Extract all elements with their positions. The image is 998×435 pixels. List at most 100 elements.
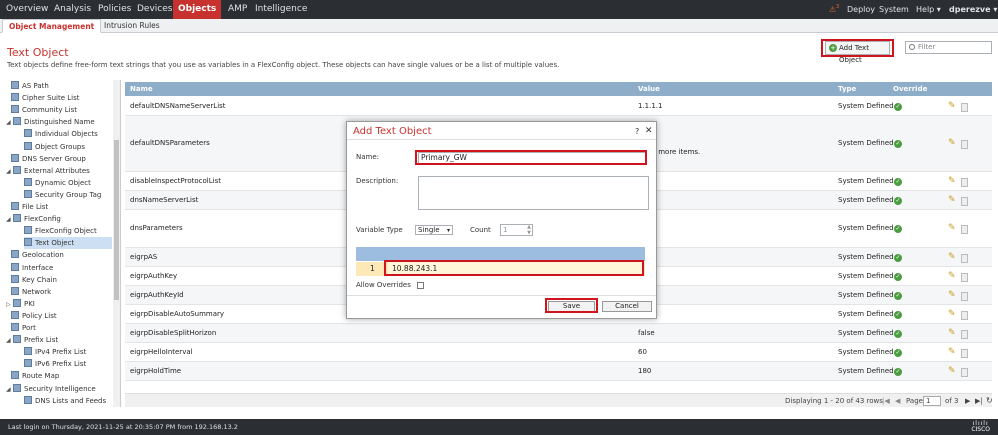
delete-icon[interactable] xyxy=(961,349,968,358)
delete-icon[interactable] xyxy=(961,273,968,282)
sidebar-scroll-thumb[interactable] xyxy=(114,140,119,300)
allow-overrides-checkbox[interactable] xyxy=(417,282,424,289)
edit-icon[interactable]: ✎ xyxy=(948,367,957,376)
delete-icon[interactable] xyxy=(961,197,968,206)
col-header-name[interactable]: Name xyxy=(130,82,153,96)
save-button[interactable]: Save xyxy=(548,301,595,312)
edit-icon[interactable]: ✎ xyxy=(948,253,957,262)
nav-devices[interactable]: Devices xyxy=(133,0,176,19)
next-page-icon[interactable]: ▶ xyxy=(965,394,970,408)
prev-page-icon[interactable]: ◀ xyxy=(895,394,900,408)
system-menu[interactable]: System xyxy=(879,0,909,19)
delete-icon[interactable] xyxy=(961,140,968,149)
edit-icon[interactable]: ✎ xyxy=(948,291,957,300)
sidebar-item[interactable]: Key Chain xyxy=(11,274,112,286)
sidebar-item[interactable]: Interface xyxy=(11,262,112,274)
table-row[interactable]: defaultDNSNameServerList 1.1.1.1 System De… xyxy=(125,97,992,116)
nav-objects[interactable]: Objects xyxy=(173,0,222,19)
sidebar-item[interactable]: ◢ External Attributes xyxy=(6,165,112,177)
close-icon[interactable]: ✕ xyxy=(645,126,653,136)
cancel-button[interactable]: Cancel xyxy=(602,301,652,312)
description-field[interactable] xyxy=(418,176,649,210)
filter-input[interactable]: Filter xyxy=(905,41,992,54)
sidebar-item[interactable]: Individual Objects xyxy=(24,128,112,140)
sidebar-item[interactable]: Geolocation xyxy=(11,249,112,261)
sidebar-item[interactable]: Route Map xyxy=(11,370,112,382)
edit-icon[interactable]: ✎ xyxy=(948,272,957,281)
variable-type-select[interactable]: Single ▾ xyxy=(415,225,453,235)
sidebar-item[interactable]: Port xyxy=(11,322,112,334)
delete-icon[interactable] xyxy=(961,103,968,112)
object-type-icon xyxy=(13,383,21,392)
expand-toggle-icon[interactable]: ◢ xyxy=(6,166,13,178)
col-header-override[interactable]: Override xyxy=(893,82,927,96)
sidebar-item[interactable]: ◢ FlexConfig xyxy=(6,213,112,225)
sidebar-item[interactable]: ◢ Distinguished Name xyxy=(6,116,112,128)
table-row[interactable]: eigrpHelloInterval 60 System Defined ✓ ✎ xyxy=(125,343,992,362)
sidebar-item[interactable]: ▷ PKI xyxy=(6,298,112,310)
tab-object-management[interactable]: Object Management xyxy=(2,19,102,33)
sidebar-item[interactable]: IPv6 Prefix List xyxy=(24,358,112,370)
expand-toggle-icon[interactable]: ◢ xyxy=(6,384,13,396)
nav-overview[interactable]: Overview xyxy=(2,0,52,19)
values-header-bar xyxy=(356,247,645,261)
delete-icon[interactable] xyxy=(961,225,968,234)
delete-icon[interactable] xyxy=(961,311,968,320)
delete-icon[interactable] xyxy=(961,178,968,187)
refresh-icon[interactable]: ↻ xyxy=(986,394,993,408)
delete-icon[interactable] xyxy=(961,254,968,263)
table-row[interactable]: eigrpHoldTime 180 System Defined ✓ ✎ xyxy=(125,362,992,381)
deploy-button[interactable]: Deploy xyxy=(847,0,875,19)
sidebar-item[interactable]: Community List xyxy=(11,104,112,116)
sidebar-item[interactable]: DNS Lists and Feeds xyxy=(24,395,112,407)
sidebar-item[interactable]: Network xyxy=(11,286,112,298)
last-page-icon[interactable]: ▶| xyxy=(975,394,983,408)
edit-icon[interactable]: ✎ xyxy=(948,348,957,357)
col-header-value[interactable]: Value xyxy=(638,82,660,96)
help-icon[interactable]: ? xyxy=(635,127,639,136)
sidebar-item[interactable]: File List xyxy=(11,201,112,213)
add-text-object-button[interactable]: + Add Text Object xyxy=(825,41,890,64)
edit-icon[interactable]: ✎ xyxy=(948,224,957,233)
nav-analysis[interactable]: Analysis xyxy=(50,0,95,19)
expand-toggle-icon[interactable]: ◢ xyxy=(6,214,13,226)
edit-icon[interactable]: ✎ xyxy=(948,196,957,205)
user-menu[interactable]: dperezve ▾ xyxy=(949,0,997,19)
count-stepper[interactable]: 1 ▲ ▼ xyxy=(500,224,533,236)
edit-icon[interactable]: ✎ xyxy=(948,329,957,338)
col-header-type[interactable]: Type xyxy=(838,82,856,96)
expand-toggle-icon[interactable]: ◢ xyxy=(6,335,13,347)
sidebar-item[interactable]: Security Group Tag xyxy=(24,189,112,201)
expand-toggle-icon[interactable]: ◢ xyxy=(6,117,13,129)
sidebar-item[interactable]: AS Path xyxy=(11,80,112,92)
edit-icon[interactable]: ✎ xyxy=(948,310,957,319)
name-field[interactable]: Primary_GW xyxy=(418,152,646,164)
help-menu[interactable]: Help ▾ xyxy=(916,0,941,19)
sidebar-item[interactable]: Cipher Suite List xyxy=(11,92,112,104)
sidebar-item[interactable]: FlexConfig Object xyxy=(24,225,112,237)
nav-intelligence[interactable]: Intelligence xyxy=(251,0,311,19)
first-page-icon[interactable]: |◀ xyxy=(882,394,890,408)
sidebar-item[interactable]: DNS Server Group xyxy=(11,153,112,165)
page-number-input[interactable]: 1 xyxy=(923,396,941,406)
delete-icon[interactable] xyxy=(961,368,968,377)
sidebar-item[interactable]: ◢ Prefix List xyxy=(6,334,112,346)
sidebar-item[interactable]: Object Groups xyxy=(24,141,112,153)
sidebar-item[interactable]: Policy List xyxy=(11,310,112,322)
delete-icon[interactable] xyxy=(961,292,968,301)
edit-icon[interactable]: ✎ xyxy=(948,177,957,186)
stepper-arrows-icon[interactable]: ▲ ▼ xyxy=(527,224,531,236)
table-row[interactable]: eigrpDisableSplitHorizon false System Defi… xyxy=(125,324,992,343)
delete-icon[interactable] xyxy=(961,330,968,339)
edit-icon[interactable]: ✎ xyxy=(948,102,957,111)
row-type: System Defined xyxy=(838,367,894,375)
nav-amp[interactable]: AMP xyxy=(224,0,251,19)
nav-policies[interactable]: Policies xyxy=(94,0,135,19)
sidebar-item[interactable]: IPv4 Prefix List xyxy=(24,346,112,358)
sidebar-item[interactable]: Text Object xyxy=(24,237,112,250)
sidebar-item[interactable]: ◢ Security Intelligence xyxy=(6,383,112,395)
value-input[interactable]: 10.88.243.1 xyxy=(388,262,644,276)
sidebar-item[interactable]: Dynamic Object xyxy=(24,177,112,189)
tab-intrusion-rules[interactable]: Intrusion Rules xyxy=(98,19,166,33)
edit-icon[interactable]: ✎ xyxy=(948,139,957,148)
